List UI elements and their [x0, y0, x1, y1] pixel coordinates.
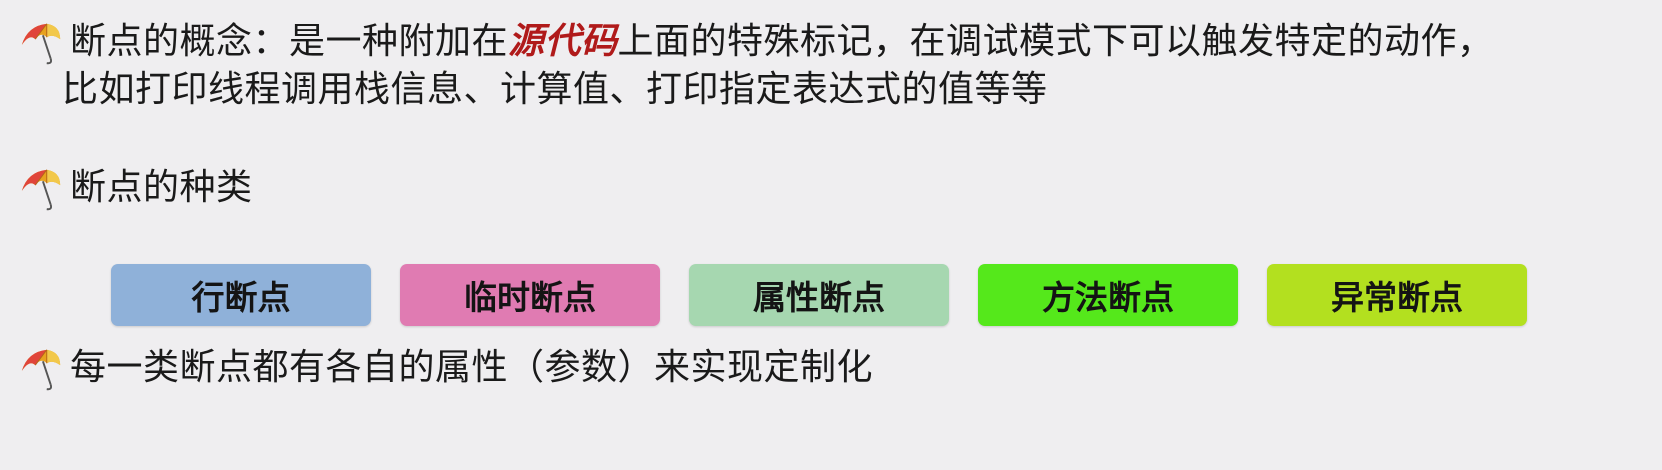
type-label: 方法断点 [1042, 278, 1174, 317]
type-label: 临时断点 [464, 278, 596, 317]
concept-text-after: 上面的特殊标记，在调试模式下可以触发特定的动作， [617, 21, 1494, 62]
umbrella-icon [20, 22, 62, 65]
type-label: 属性断点 [753, 278, 885, 317]
types-heading-text: 断点的种类 [70, 167, 253, 208]
type-label: 行断点 [191, 278, 291, 317]
type-label: 异常断点 [1331, 278, 1463, 317]
type-method-breakpoint: 方法断点 [978, 264, 1238, 326]
umbrella-icon [20, 348, 62, 391]
concept-line-2: 比如打印线程调用栈信息、计算值、打印指定表达式的值等等 [62, 69, 1048, 110]
type-field-breakpoint: 属性断点 [689, 264, 949, 326]
umbrella-icon [20, 168, 62, 211]
concept-highlight: 源代码 [508, 21, 618, 62]
concept-line-1: 断点的概念：是一种附加在源代码上面的特殊标记，在调试模式下可以触发特定的动作， [70, 18, 1494, 66]
properties-text: 每一类断点都有各自的属性（参数）来实现定制化 [70, 347, 874, 388]
type-line-breakpoint: 行断点 [111, 264, 371, 326]
concept-text-before: 断点的概念：是一种附加在 [70, 21, 509, 62]
type-exception-breakpoint: 异常断点 [1267, 264, 1527, 326]
type-temporary-breakpoint: 临时断点 [400, 264, 660, 326]
